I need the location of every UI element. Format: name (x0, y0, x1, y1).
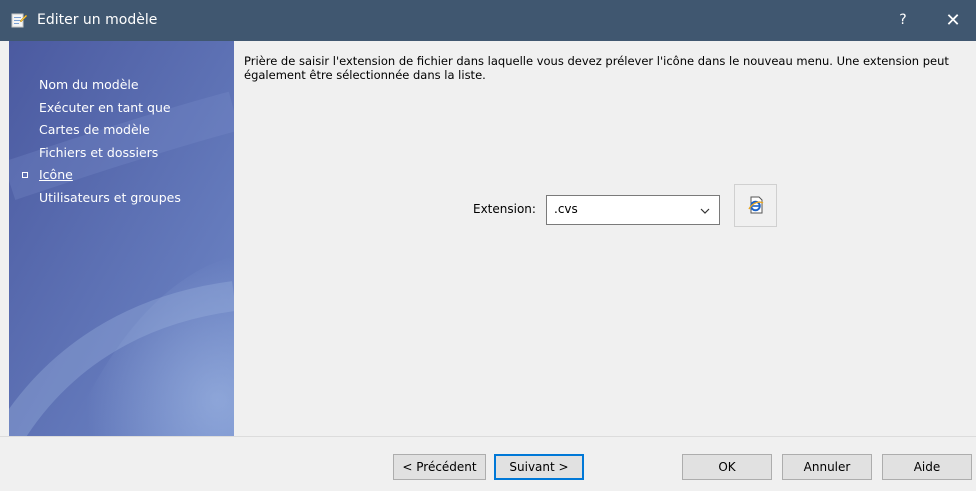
window-title: Editer un modèle (37, 12, 158, 28)
cancel-button[interactable]: Annuler (782, 454, 872, 480)
extension-label: Extension: (473, 202, 536, 216)
template-edit-icon (11, 12, 28, 29)
sidebar-item-cartes-de-modele[interactable]: Cartes de modèle (9, 119, 234, 142)
footer-divider (0, 436, 976, 437)
ok-button[interactable]: OK (682, 454, 772, 480)
next-button[interactable]: Suivant > (494, 454, 584, 480)
sidebar-item-label: Utilisateurs et groupes (39, 189, 181, 205)
sidebar-nav: Nom du modèle Exécuter en tant que Carte… (9, 74, 234, 209)
sidebar-item-label: Nom du modèle (39, 77, 139, 92)
previous-button[interactable]: < Précédent (393, 454, 486, 480)
extension-value[interactable]: .cvs (554, 202, 578, 216)
ie-document-icon (748, 196, 764, 214)
sidebar-item-utilisateurs-et-groupes[interactable]: Utilisateurs et groupes (9, 187, 234, 210)
sidebar-item-label: Exécuter en tant que (39, 99, 171, 115)
chevron-down-icon[interactable] (699, 205, 711, 217)
close-button[interactable]: ✕ (930, 0, 976, 41)
extension-combobox[interactable]: .cvs (546, 195, 720, 225)
sidebar-item-label: Icône (39, 167, 73, 182)
wizard-sidebar: Nom du modèle Exécuter en tant que Carte… (9, 41, 234, 436)
help-button[interactable]: Aide (882, 454, 972, 480)
sidebar-item-nom-du-modele[interactable]: Nom du modèle (9, 74, 234, 97)
sidebar-item-label: Cartes de modèle (39, 122, 150, 137)
sidebar-item-fichiers-et-dossiers[interactable]: Fichiers et dossiers (9, 142, 234, 165)
main-panel: Prière de saisir l'extension de fichier … (234, 41, 976, 436)
current-step-bullet-icon (22, 172, 28, 178)
title-bar: Editer un modèle ? ✕ (0, 0, 976, 41)
instructions-text: Prière de saisir l'extension de fichier … (244, 54, 949, 82)
sidebar-item-label: Fichiers et dossiers (39, 144, 159, 160)
help-title-button[interactable]: ? (880, 0, 926, 41)
sidebar-item-icone[interactable]: Icône (9, 164, 234, 187)
sidebar-item-executer-en-tant-que[interactable]: Exécuter en tant que (9, 97, 234, 120)
icon-preview (734, 184, 777, 227)
